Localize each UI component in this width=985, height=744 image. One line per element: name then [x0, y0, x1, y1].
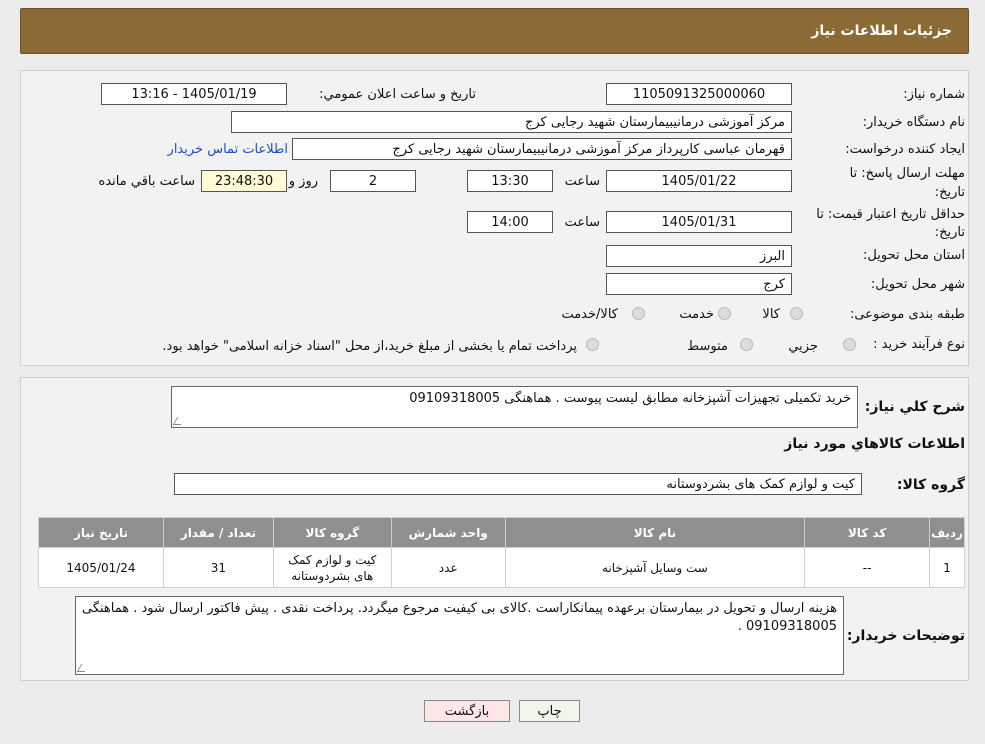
- process-radio-partial[interactable]: [843, 338, 856, 351]
- col-quantity: تعداد / مقدار: [162, 517, 274, 548]
- creator-label: ایجاد کننده درخواست:: [845, 142, 965, 157]
- need-description-box: خرید تکمیلی تجهیزات آشپزخانه مطابق لیست …: [171, 386, 858, 428]
- buyer-org-field: مرکز آموزشی درمانیبیمارستان شهید رجایی ک…: [231, 111, 792, 133]
- days-field: 2: [330, 170, 416, 192]
- validity-time-label: ساعت: [564, 215, 600, 230]
- days-label: روز و: [288, 174, 318, 189]
- category-radio-both[interactable]: [632, 307, 645, 320]
- need-number-label: شماره نیاز:: [903, 87, 965, 102]
- process-option-partial: جزيي: [788, 339, 818, 354]
- items-table: رديف کد کالا نام کالا واحد شمارش گروه کا…: [38, 517, 965, 588]
- col-row-number: رديف: [929, 517, 965, 548]
- page-header: جزئیات اطلاعات نیاز: [20, 8, 969, 54]
- deadline-time-label: ساعت: [564, 174, 600, 189]
- validity-label: حداقل تاریخ اعتبار قیمت: تا: [816, 207, 965, 222]
- category-radio-service[interactable]: [718, 307, 731, 320]
- col-need-date: تاریخ نیاز: [38, 517, 164, 548]
- province-field: البرز: [606, 245, 792, 267]
- cell-goods-group: کیت و لوازم کمک های بشردوستانه: [272, 547, 392, 588]
- remaining-label: ساعت باقي مانده: [98, 174, 195, 189]
- need-description-text: خرید تکمیلی تجهیزات آشپزخانه مطابق لیست …: [409, 391, 851, 406]
- buyer-notes-box: هزینه ارسال و تحویل در بیمارستان برعهده …: [75, 596, 844, 675]
- table-row: 1 -- ست وسایل آشپزخانه عدد کیت و لوازم ک…: [38, 547, 965, 588]
- print-button[interactable]: چاپ: [519, 700, 580, 722]
- announce-field: 1405/01/19 - 13:16: [101, 83, 287, 105]
- need-number-field: 1105091325000060: [606, 83, 792, 105]
- category-option-goods: کالا: [762, 307, 780, 322]
- cell-item-code: --: [804, 547, 931, 588]
- deadline-label: مهلت ارسال پاسخ: تا: [849, 166, 965, 181]
- col-unit: واحد شمارش: [390, 517, 506, 548]
- resize-grip-icon[interactable]: [172, 417, 186, 425]
- cell-need-date: 1405/01/24: [38, 547, 164, 588]
- province-label: استان محل تحویل:: [863, 248, 965, 263]
- category-label: طبقه بندی موضوعی:: [849, 307, 965, 322]
- process-note: پرداخت تمام یا بخشی از مبلغ خرید،از محل …: [162, 339, 577, 354]
- category-option-both: کالا/خدمت: [561, 307, 618, 322]
- city-field: کرج: [606, 273, 792, 295]
- back-button[interactable]: بازگشت: [424, 700, 510, 722]
- col-item-name: نام کالا: [504, 517, 806, 548]
- validity-time-field: 14:00: [467, 211, 553, 233]
- deadline-time-field: 13:30: [467, 170, 553, 192]
- buyer-contact-link[interactable]: اطلاعات تماس خریدار: [168, 142, 288, 157]
- remaining-time-field: 23:48:30: [201, 170, 287, 192]
- category-option-service: خدمت: [679, 307, 714, 322]
- col-goods-group: گروه کالا: [272, 517, 392, 548]
- process-radio-treasury[interactable]: [586, 338, 599, 351]
- deadline-label-2: تاریخ:: [934, 185, 965, 200]
- buyer-notes-label: توضیحات خریدار:: [846, 628, 965, 644]
- process-label: نوع فرآیند خرید :: [873, 337, 965, 352]
- resize-grip-icon[interactable]: [76, 664, 90, 672]
- buyer-notes-text: هزینه ارسال و تحویل در بیمارستان برعهده …: [81, 601, 837, 634]
- items-section-title: اطلاعات کالاهاي مورد نياز: [784, 436, 965, 452]
- buyer-org-label: نام دستگاه خریدار:: [862, 115, 965, 130]
- deadline-date-field: 1405/01/22: [606, 170, 792, 192]
- goods-group-label: گروه کالا:: [896, 477, 965, 493]
- cell-quantity: 31: [162, 547, 274, 588]
- creator-field: قهرمان عباسی کارپرداز مرکز آموزشی درمانی…: [292, 138, 792, 160]
- need-description-label: شرح کلي نياز:: [864, 399, 965, 415]
- process-radio-medium[interactable]: [740, 338, 753, 351]
- city-label: شهر محل تحویل:: [870, 277, 965, 292]
- cell-unit: عدد: [390, 547, 506, 588]
- page-title: جزئیات اطلاعات نیاز: [811, 23, 952, 39]
- category-radio-goods[interactable]: [790, 307, 803, 320]
- process-option-medium: متوسط: [687, 339, 728, 354]
- validity-label-2: تاریخ:: [934, 225, 965, 240]
- goods-group-field: کیت و لوازم کمک های بشردوستانه: [174, 473, 862, 495]
- cell-row-number: 1: [929, 547, 965, 588]
- validity-date-field: 1405/01/31: [606, 211, 792, 233]
- table-header-row: رديف کد کالا نام کالا واحد شمارش گروه کا…: [38, 517, 965, 548]
- cell-item-name: ست وسایل آشپزخانه: [504, 547, 806, 588]
- announce-label: تاریخ و ساعت اعلان عمومي:: [319, 87, 476, 102]
- col-item-code: کد کالا: [804, 517, 931, 548]
